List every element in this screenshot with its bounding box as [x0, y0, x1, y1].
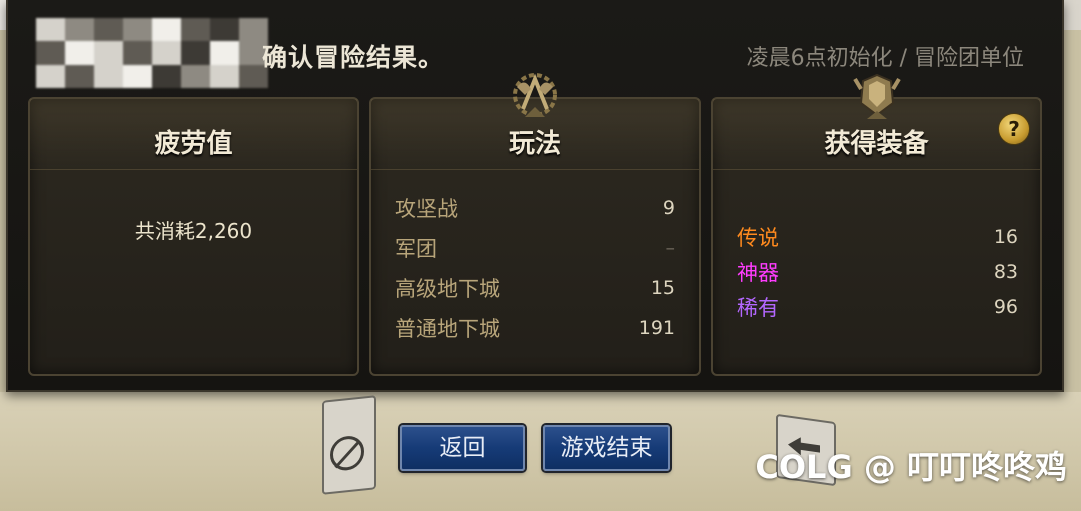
play-row-legion: 军团 – [395, 231, 675, 265]
play-title: 玩法 [508, 129, 561, 159]
row-value: 9 [662, 197, 675, 219]
row-label: 攻坚战 [395, 197, 458, 221]
row-label: 高级地下城 [395, 277, 500, 301]
row-label: 稀有 [737, 296, 779, 320]
fatigue-consumed: 共消耗2,260 [134, 219, 253, 243]
row-value: 191 [638, 317, 675, 339]
armor-crest-icon [847, 69, 907, 125]
row-value: 15 [650, 277, 675, 299]
back-button[interactable]: 返回 [400, 425, 525, 471]
fatigue-panel: 疲劳值 共消耗2,260 [28, 97, 359, 376]
colg-watermark: COLG @ 叮叮咚咚鸡 [755, 448, 1067, 486]
crossed-axes-crest-icon [505, 69, 565, 125]
row-value: 16 [993, 226, 1018, 248]
gear-row-artifact: 神器 83 [737, 255, 1018, 289]
end-game-button[interactable]: 游戏结束 [543, 425, 670, 471]
play-row-raid: 攻坚战 9 [395, 191, 675, 225]
play-panel: 玩法 攻坚战 9 军团 – 高级地下城 15 普通地下城 191 [369, 73, 701, 376]
censored-character-name [36, 18, 268, 88]
row-label: 普通地下城 [395, 317, 500, 341]
reset-info: 凌晨6点初始化 / 冒险团单位 [746, 46, 1024, 71]
row-value: 83 [993, 261, 1018, 283]
row-label: 神器 [737, 261, 779, 285]
row-value: 96 [993, 296, 1018, 318]
gear-title: 获得装备 [824, 129, 929, 159]
row-label: 传说 [737, 226, 779, 250]
gear-panel: 获得装备 ? 传说 16 神器 83 稀有 96 [711, 73, 1042, 376]
row-label: 军团 [395, 237, 437, 261]
row-value: – [665, 237, 676, 259]
no-entry-signpost [322, 395, 376, 495]
play-row-advanced-dungeon: 高级地下城 15 [395, 271, 675, 305]
gear-row-legendary: 传说 16 [737, 220, 1018, 254]
gear-row-rare: 稀有 96 [737, 290, 1018, 324]
play-row-normal-dungeon: 普通地下城 191 [395, 311, 675, 345]
fatigue-title: 疲劳值 [154, 129, 233, 159]
help-icon[interactable]: ? [998, 113, 1030, 145]
dialog-title: 确认冒险结果。 [262, 43, 445, 72]
